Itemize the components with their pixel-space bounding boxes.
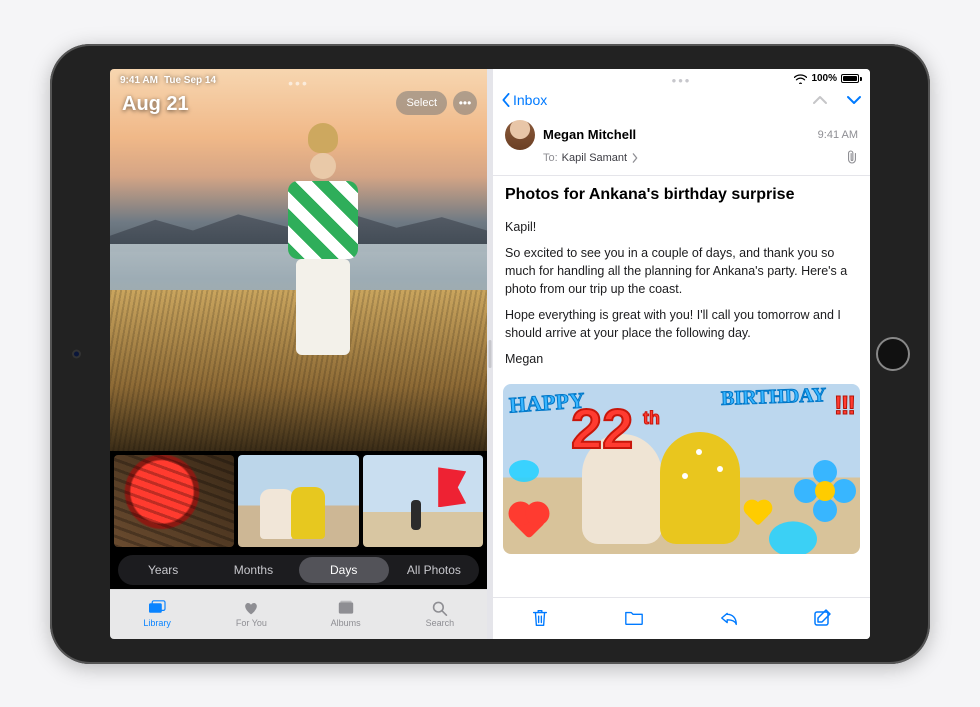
tab-search[interactable]: Search <box>393 590 487 639</box>
tab-albums[interactable]: Albums <box>299 590 393 639</box>
segment-all-photos[interactable]: All Photos <box>389 557 479 583</box>
to-recipient[interactable]: Kapil Samant <box>562 152 627 164</box>
message-time: 9:41 AM <box>818 129 858 141</box>
prev-message-button[interactable] <box>812 94 828 106</box>
move-button[interactable] <box>624 608 644 628</box>
overlay-th: th <box>643 408 660 429</box>
next-message-button[interactable] <box>846 94 862 106</box>
compose-button[interactable] <box>813 608 833 628</box>
chevron-right-icon <box>631 153 639 163</box>
albums-icon <box>336 600 356 616</box>
multitask-dots-icon[interactable]: ••• <box>493 73 870 88</box>
message-header: Megan Mitchell 9:41 AM To: Kapil Samant <box>493 114 870 176</box>
status-time: 9:41 AM <box>120 75 158 86</box>
sender-name[interactable]: Megan Mitchell <box>543 127 636 142</box>
mail-toolbar <box>493 597 870 639</box>
multitask-dots-icon[interactable]: ••• <box>288 75 309 91</box>
front-camera <box>74 351 79 356</box>
more-button[interactable]: ••• <box>453 91 477 115</box>
thumbnail[interactable] <box>238 455 358 547</box>
select-button[interactable]: Select <box>396 91 447 115</box>
body-greeting: Kapil! <box>505 218 858 236</box>
screen: 9:41 AM Tue Sep 14 ••• Aug 21 Select ••• <box>110 69 870 639</box>
attachment-icon <box>846 150 858 167</box>
photos-app: 9:41 AM Tue Sep 14 ••• Aug 21 Select ••• <box>110 69 487 639</box>
thumbnail[interactable] <box>114 455 234 547</box>
ipad-frame: 9:41 AM Tue Sep 14 ••• Aug 21 Select ••• <box>50 44 930 664</box>
mail-nav-bar: Inbox <box>493 88 870 114</box>
thumbnail[interactable] <box>363 455 483 547</box>
split-view-divider[interactable] <box>487 69 493 639</box>
overlay-number: 22 <box>571 396 633 461</box>
body-paragraph: Hope everything is great with you! I'll … <box>505 306 858 342</box>
photos-date-heading: Aug 21 <box>122 93 189 116</box>
overlay-birthday: BIRTHDAY <box>720 385 826 412</box>
message-subject: Photos for Ankana's birthday surprise <box>493 176 870 210</box>
sender-avatar[interactable] <box>505 120 535 150</box>
back-button[interactable]: Inbox <box>501 92 547 108</box>
battery-icon <box>841 74 862 83</box>
overlay-excl: !!! <box>834 390 854 421</box>
mail-app: 100% ••• Inbox <box>493 69 870 639</box>
tab-for-you[interactable]: For You <box>204 590 298 639</box>
tab-library[interactable]: Library <box>110 590 204 639</box>
segment-months[interactable]: Months <box>208 557 298 583</box>
photos-tab-bar: Library For You Albums Search <box>110 589 487 639</box>
status-date: Tue Sep 14 <box>164 75 216 86</box>
photos-hero[interactable]: 9:41 AM Tue Sep 14 ••• Aug 21 Select ••• <box>110 69 487 451</box>
search-icon <box>430 600 450 616</box>
trash-button[interactable] <box>530 608 550 628</box>
body-paragraph: So excited to see you in a couple of day… <box>505 244 858 298</box>
image-attachment[interactable]: HAPPY 22 th BIRTHDAY !!! <box>503 384 860 554</box>
body-signoff: Megan <box>505 350 858 368</box>
status-bar-left: 9:41 AM Tue Sep 14 <box>120 75 216 86</box>
photo-thumbnails <box>110 451 487 551</box>
message-body: Kapil! So excited to see you in a couple… <box>493 210 870 377</box>
heart-icon <box>241 600 261 616</box>
segment-days[interactable]: Days <box>299 557 389 583</box>
ellipsis-icon: ••• <box>459 96 472 110</box>
to-label: To: <box>543 152 558 164</box>
reply-button[interactable] <box>719 608 739 628</box>
library-icon <box>147 600 167 616</box>
segment-years[interactable]: Years <box>118 557 208 583</box>
home-button[interactable] <box>876 337 910 371</box>
view-segmented-control[interactable]: Years Months Days All Photos <box>118 555 479 585</box>
chevron-left-icon <box>501 93 511 107</box>
